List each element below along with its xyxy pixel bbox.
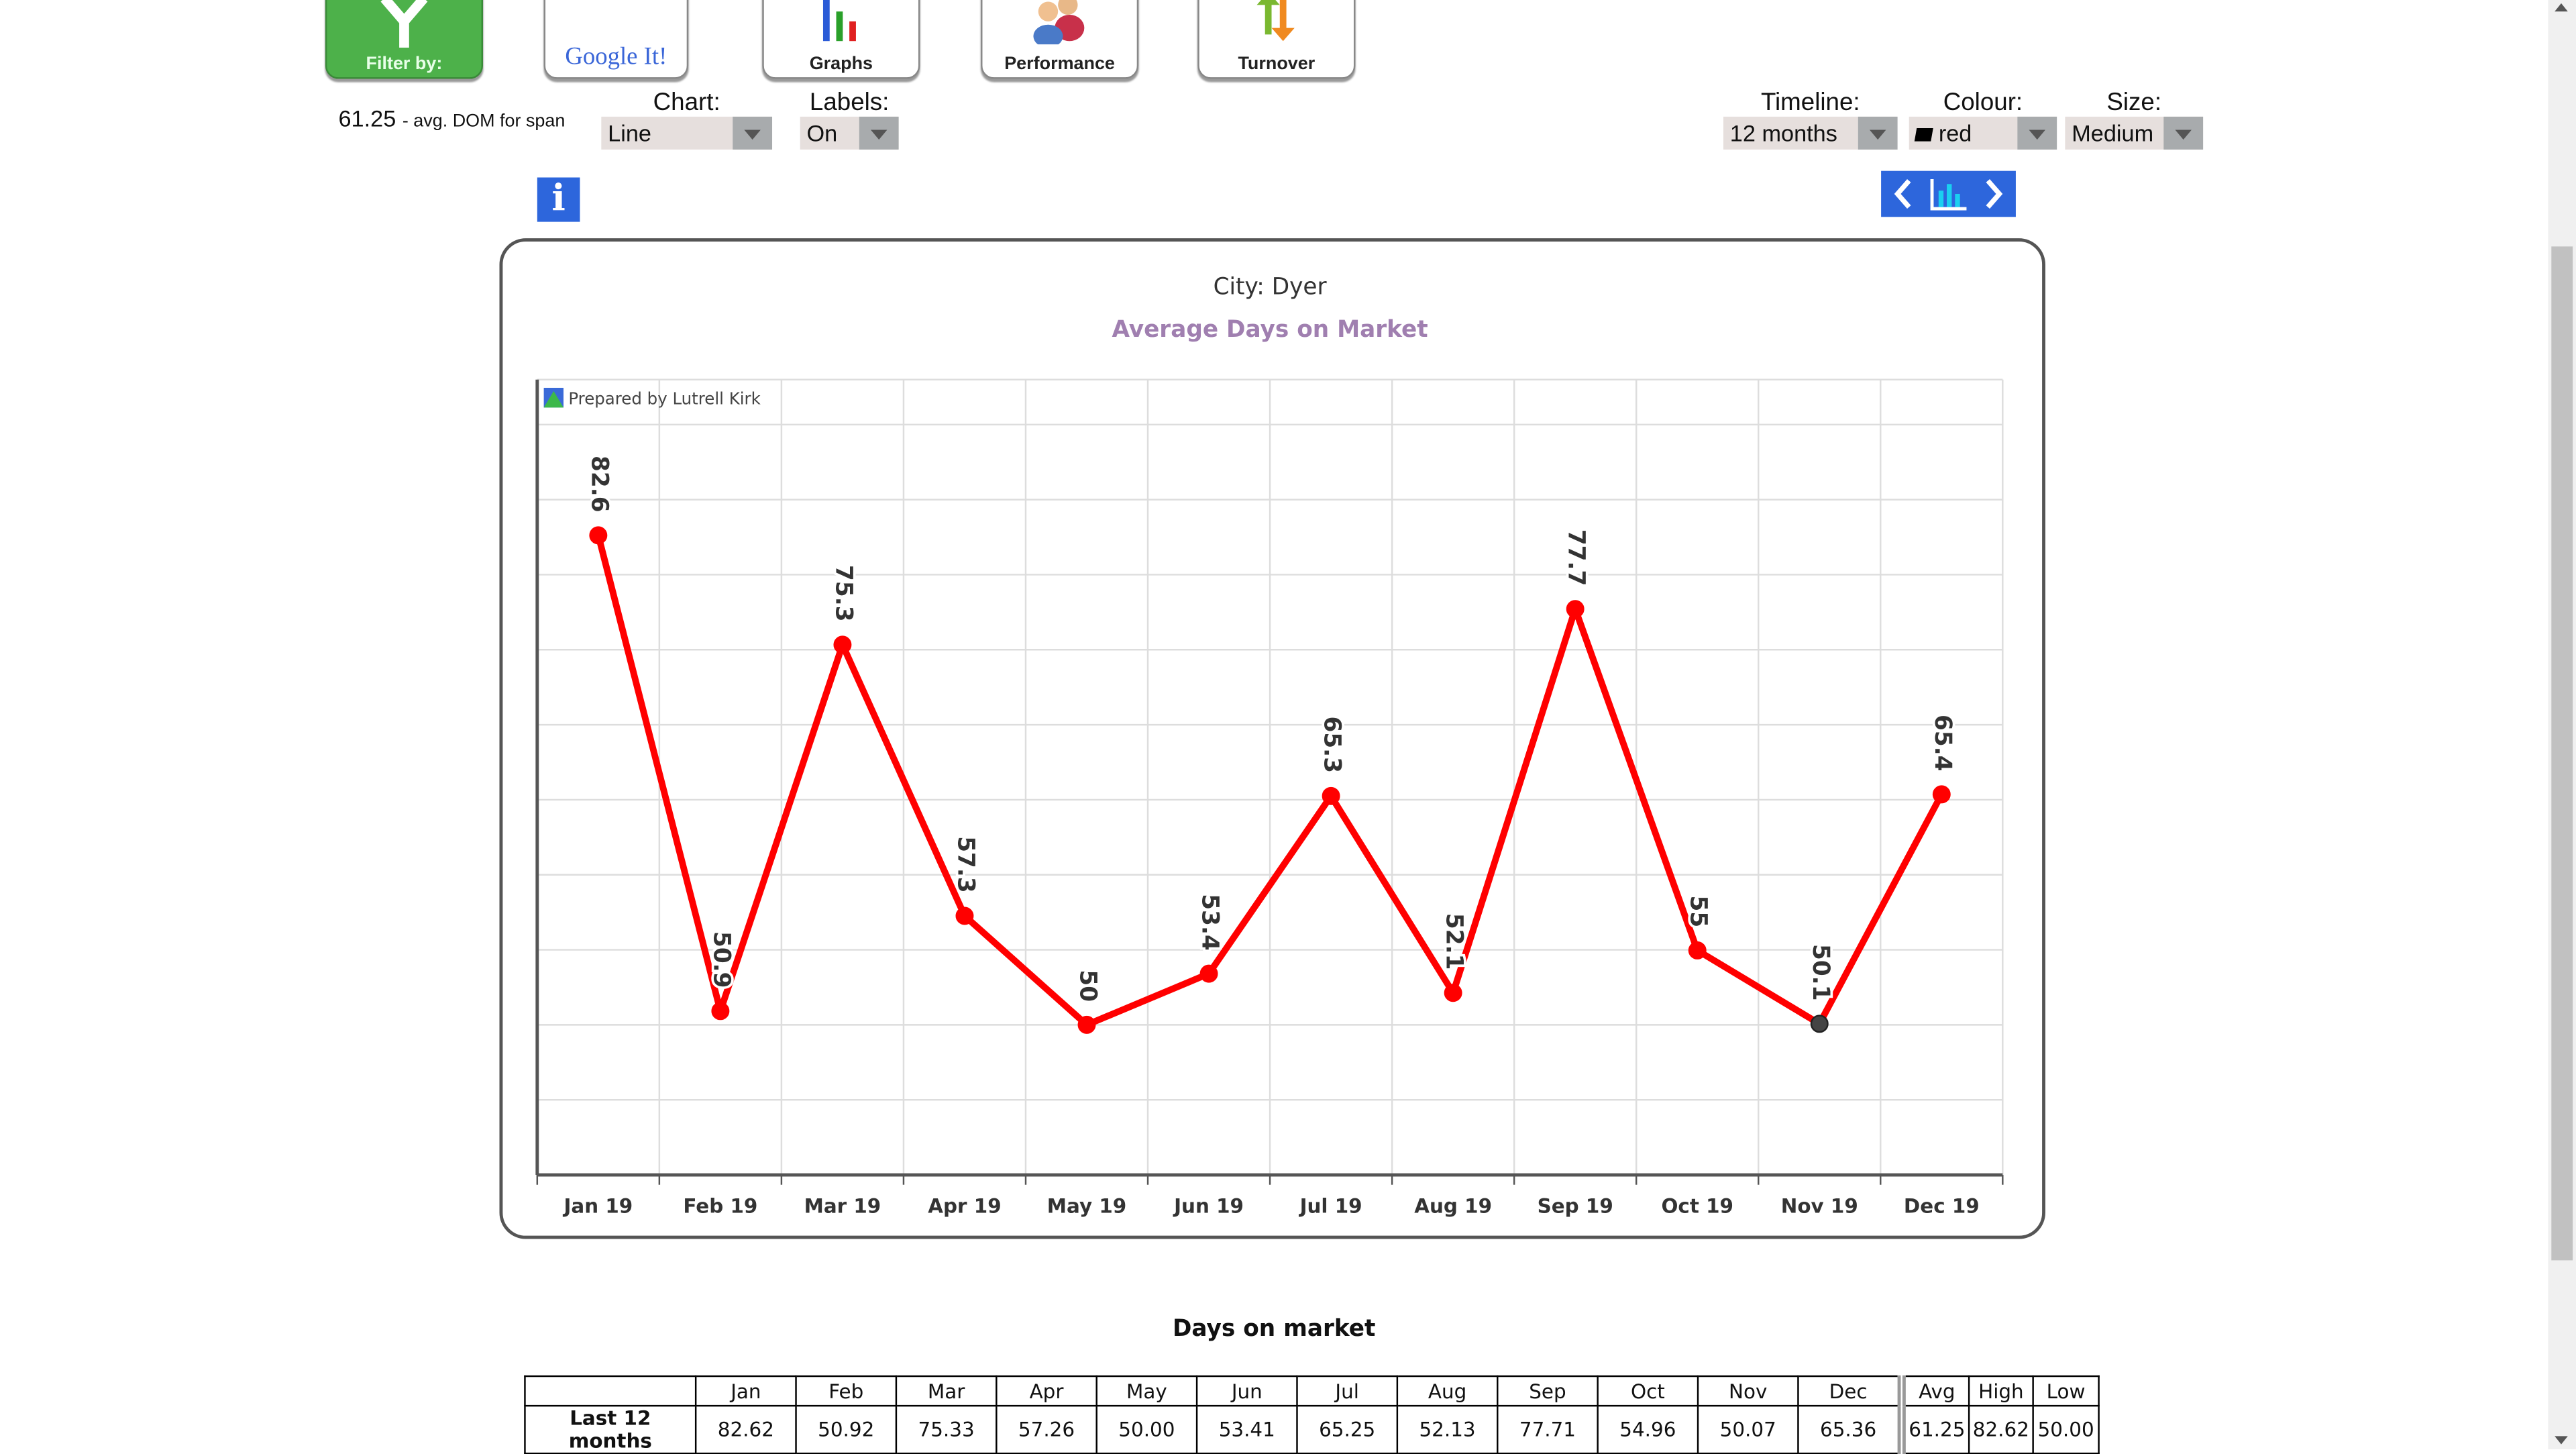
column-header: Mar: [895, 1375, 998, 1407]
column-header: Avg: [1897, 1375, 1970, 1407]
x-tick-label: Sep 19: [1538, 1194, 1613, 1217]
line-chart: City: Dyer Average Days on Market Prepar…: [535, 273, 2004, 1217]
table-cell: 52.13: [1396, 1404, 1499, 1454]
column-header: Jun: [1195, 1375, 1298, 1407]
x-tick-label: Jan 19: [562, 1194, 633, 1217]
data-label: 55: [1685, 895, 1712, 927]
data-label: 53.4: [1197, 894, 1224, 951]
column-header: Aug: [1396, 1375, 1499, 1407]
table-cell: 77.71: [1497, 1404, 1599, 1454]
x-tick-label: May 19: [1047, 1194, 1126, 1217]
column-header: Apr: [996, 1375, 1097, 1407]
table-cell: 53.41: [1195, 1404, 1298, 1454]
data-point[interactable]: [589, 526, 608, 545]
data-point[interactable]: [955, 906, 974, 925]
table-header-row: Jan Feb Mar Apr May Jun Jul Aug Sep Oct Nov Dec Avg H…: [524, 1375, 2100, 1407]
scroll-up-icon[interactable]: [2555, 3, 2568, 12]
table-cell: 75.33: [895, 1404, 998, 1454]
x-tick-label: Dec 19: [1904, 1194, 1980, 1217]
chart-subtitle: Average Days on Market: [1112, 316, 1428, 343]
table-cell: 50.00: [2032, 1404, 2100, 1454]
column-header: [524, 1375, 697, 1407]
data-label: 77.7: [1563, 529, 1590, 586]
scrollbar-thumb[interactable]: [2551, 246, 2573, 1261]
data-point[interactable]: [1932, 785, 1951, 804]
table-cell: 57.26: [996, 1404, 1097, 1454]
x-tick-label: Feb 19: [683, 1194, 757, 1217]
scrollbar[interactable]: [2548, 0, 2576, 1450]
column-header: Jan: [694, 1375, 797, 1407]
column-header: Sep: [1497, 1375, 1599, 1407]
column-header: Jul: [1296, 1375, 1399, 1407]
data-point[interactable]: [1199, 964, 1218, 983]
table-cell: 82.62: [694, 1404, 797, 1454]
x-tick-label: Jun 19: [1173, 1194, 1244, 1217]
data-label: 50.9: [708, 931, 735, 988]
table-cell: 50.00: [1095, 1404, 1198, 1454]
row-label: Last 12 months: [524, 1404, 697, 1454]
data-label: 50: [1075, 970, 1102, 1002]
days-on-market-table: Jan Feb Mar Apr May Jun Jul Aug Sep Oct Nov Dec Avg H…: [524, 1375, 2100, 1454]
data-label: 57.3: [952, 836, 979, 893]
table-cell: 61.25: [1897, 1404, 1970, 1454]
x-tick-label: Aug 19: [1414, 1194, 1492, 1217]
column-header: High: [1968, 1375, 2034, 1407]
table-title: Days on market: [1172, 1316, 1376, 1343]
data-label: 65.3: [1319, 716, 1346, 773]
column-header: Feb: [795, 1375, 898, 1407]
table-row: Last 12 months 82.62 50.92 75.33 57.26 50.00 5…: [524, 1404, 2100, 1454]
column-header: Dec: [1797, 1375, 1902, 1407]
data-point[interactable]: [1810, 1015, 1829, 1033]
data-point[interactable]: [1077, 1015, 1096, 1034]
data-point[interactable]: [833, 635, 852, 654]
column-header: May: [1095, 1375, 1198, 1407]
table-cell: 82.62: [1968, 1404, 2034, 1454]
column-header: Low: [2032, 1375, 2100, 1407]
data-point[interactable]: [1322, 786, 1340, 805]
table-cell: 65.25: [1296, 1404, 1399, 1454]
table-cell: 65.36: [1797, 1404, 1902, 1454]
data-label: 65.4: [1929, 715, 1956, 772]
data-label: 50.1: [1807, 944, 1834, 1001]
scroll-down-icon[interactable]: [2555, 1436, 2568, 1445]
table-cell: 50.07: [1697, 1404, 1799, 1454]
page: Filter by: Google It! Graphs Performance…: [0, 0, 2576, 1454]
data-point[interactable]: [1444, 984, 1462, 1002]
chart-title: City: Dyer: [1214, 273, 1328, 300]
data-point[interactable]: [1688, 941, 1707, 959]
data-label: 82.6: [586, 456, 612, 513]
x-tick-label: Apr 19: [928, 1194, 1001, 1217]
column-header: Oct: [1597, 1375, 1699, 1407]
credit-logo-icon: [543, 387, 564, 408]
data-point[interactable]: [711, 1002, 730, 1021]
x-tick-label: Oct 19: [1661, 1194, 1733, 1217]
data-label: 75.3: [830, 565, 857, 622]
table-cell: 54.96: [1597, 1404, 1699, 1454]
x-tick-label: Jul 19: [1299, 1194, 1362, 1217]
chart-credit[interactable]: Prepared by Lutrell Kirk: [568, 388, 761, 408]
data-label: 52.1: [1441, 913, 1468, 970]
column-header: Nov: [1697, 1375, 1799, 1407]
x-tick-label: Mar 19: [804, 1194, 881, 1217]
data-point[interactable]: [1566, 600, 1585, 619]
x-tick-label: Nov 19: [1781, 1194, 1858, 1217]
table-cell: 50.92: [795, 1404, 898, 1454]
